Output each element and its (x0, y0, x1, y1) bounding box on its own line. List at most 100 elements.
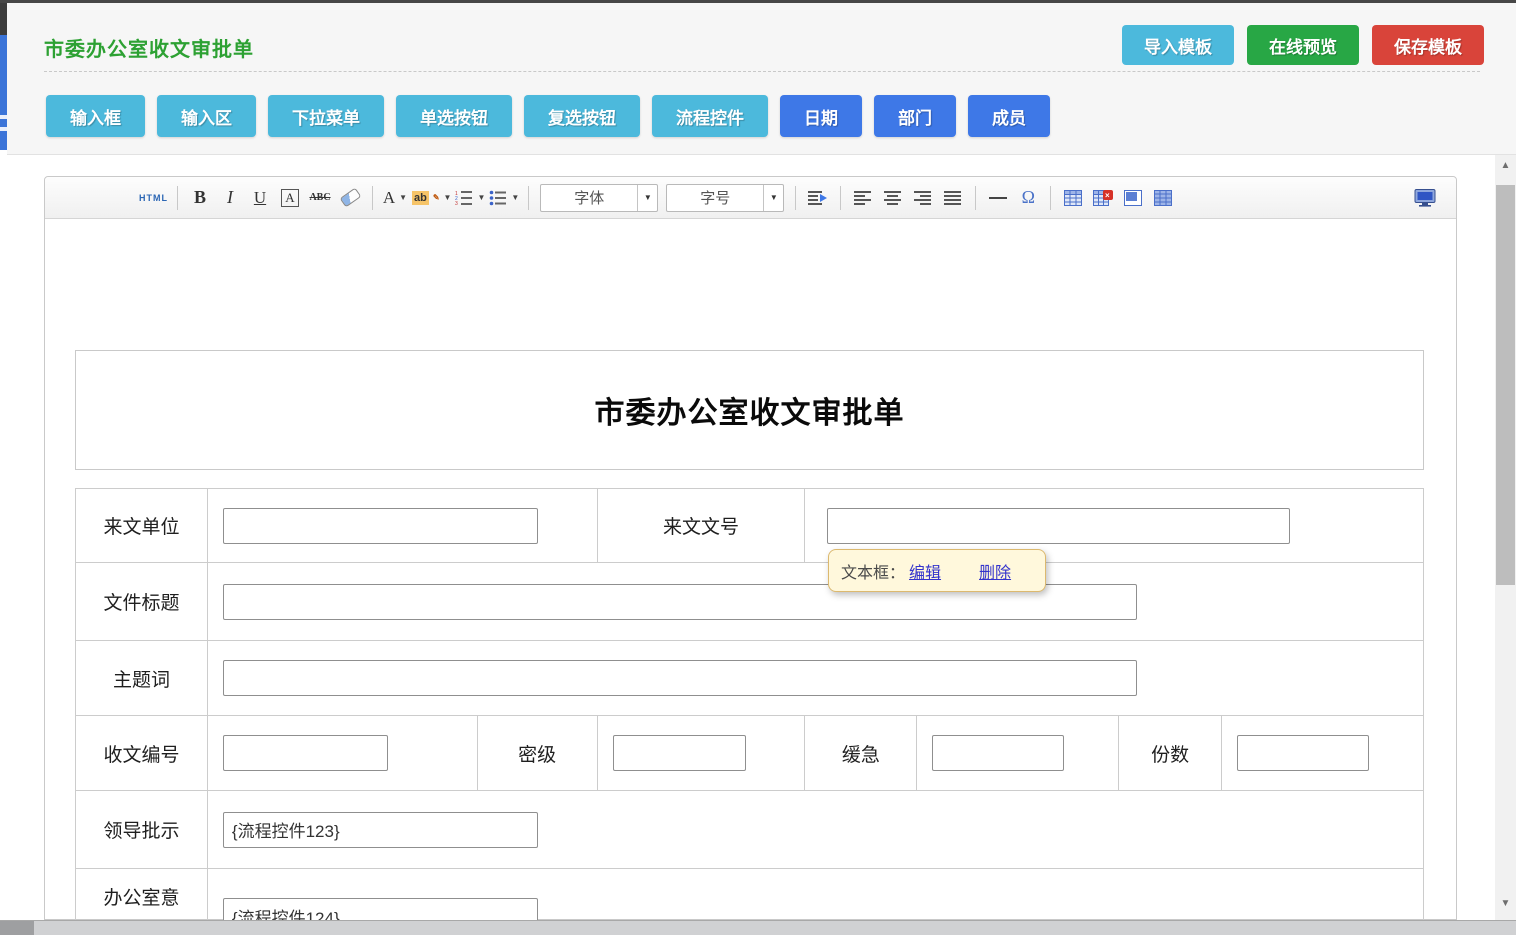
fullscreen-icon (1414, 189, 1436, 207)
italic-icon: I (227, 187, 233, 208)
pencil-icon: ✎ (433, 193, 440, 202)
cell-laiwen-danwei (208, 489, 598, 563)
lingdao-pishi-input[interactable] (223, 812, 538, 848)
align-center-button[interactable] (880, 184, 906, 212)
underline-icon: U (254, 188, 266, 208)
font-color-button[interactable]: A▼ (382, 184, 408, 212)
cell-fenshu (1222, 716, 1424, 791)
table-row: 收文编号 密级 缓急 份数 (76, 716, 1424, 791)
online-preview-button[interactable]: 在线预览 (1247, 25, 1359, 65)
font-family-select[interactable]: 字体 ▼ (540, 184, 658, 212)
special-char-button[interactable]: Ω (1015, 184, 1041, 212)
chevron-down-icon: ▼ (477, 193, 485, 202)
add-input-box-button[interactable]: 输入框 (46, 95, 145, 137)
label-lingdao-pishi: 领导批示 (76, 791, 208, 869)
font-family-value: 字体 (541, 187, 637, 208)
page: 市委办公室收文审批单 导入模板 在线预览 保存模板 输入框 输入区 下拉菜单 单… (0, 0, 1516, 935)
fenshu-input[interactable] (1237, 735, 1369, 771)
delete-table-button[interactable]: × (1090, 184, 1116, 212)
label-laiwen-danwei: 来文单位 (76, 489, 208, 563)
italic-button[interactable]: I (217, 184, 243, 212)
header: 市委办公室收文审批单 导入模板 在线预览 保存模板 输入框 输入区 下拉菜单 单… (7, 3, 1516, 155)
bold-button[interactable]: B (187, 184, 213, 212)
add-checkbox-button[interactable]: 复选按钮 (524, 95, 640, 137)
remove-format-button[interactable] (337, 184, 363, 212)
horizontal-rule-button[interactable] (985, 184, 1011, 212)
table-properties-button[interactable] (1150, 184, 1176, 212)
scrollbar-thumb[interactable] (1496, 185, 1515, 585)
delete-link[interactable]: 删除 (979, 559, 1011, 583)
align-right-icon (914, 190, 932, 206)
chevron-down-icon: ▼ (763, 185, 783, 211)
delete-table-icon: × (1093, 190, 1113, 206)
svg-text:3: 3 (455, 201, 458, 206)
laiwen-wenhao-input[interactable] (827, 508, 1290, 544)
page-title: 市委办公室收文审批单 (44, 33, 254, 62)
label-huanji: 缓急 (805, 716, 917, 791)
laiwen-danwei-input[interactable] (223, 508, 538, 544)
cell-properties-button[interactable] (1120, 184, 1146, 212)
align-justify-button[interactable] (940, 184, 966, 212)
ordered-list-button[interactable]: 1 2 3 ▼ (455, 184, 485, 212)
edit-link[interactable]: 编辑 (909, 559, 941, 583)
table-row: 主题词 (76, 641, 1424, 716)
toolbar-separator (1050, 186, 1051, 210)
highlight-color-button[interactable]: ab✎▼ (412, 184, 451, 212)
toolbar-separator (528, 186, 529, 210)
background-sidebar-sliver-blue (0, 35, 7, 150)
chevron-down-icon: ▼ (637, 185, 657, 211)
insert-table-icon (1064, 190, 1082, 206)
source-code-button[interactable]: HTML (139, 184, 168, 212)
add-department-button[interactable]: 部门 (874, 95, 956, 137)
underline-button[interactable]: U (247, 184, 273, 212)
label-zhutici: 主题词 (76, 641, 208, 716)
toolbar-separator (177, 186, 178, 210)
add-dropdown-button[interactable]: 下拉菜单 (268, 95, 384, 137)
toolbar-separator (975, 186, 976, 210)
miji-input[interactable] (613, 735, 746, 771)
unordered-list-button[interactable]: ▼ (489, 184, 519, 212)
indent-icon (808, 190, 828, 206)
import-template-button[interactable]: 导入模板 (1122, 25, 1234, 65)
toolbar-separator (372, 186, 373, 210)
add-flow-control-button[interactable]: 流程控件 (652, 95, 768, 137)
chevron-down-icon: ▼ (444, 193, 452, 202)
huanji-input[interactable] (932, 735, 1064, 771)
insert-table-button[interactable] (1060, 184, 1086, 212)
add-date-button[interactable]: 日期 (780, 95, 862, 137)
add-textarea-button[interactable]: 输入区 (157, 95, 256, 137)
chevron-down-icon: ▼ (399, 193, 407, 202)
indent-button[interactable] (805, 184, 831, 212)
bottom-edge-corner (0, 921, 34, 935)
vertical-scrollbar[interactable]: ▲ ▼ (1495, 155, 1516, 920)
sliver-mark (0, 127, 7, 131)
shouwen-bianhao-input[interactable] (223, 735, 388, 771)
tooltip-label: 文本框： (841, 559, 905, 583)
widget-button-row: 输入框 输入区 下拉菜单 单选按钮 复选按钮 流程控件 日期 部门 成员 (46, 95, 1050, 137)
align-left-button[interactable] (850, 184, 876, 212)
cell-shouwen-bianhao (208, 716, 478, 791)
scroll-up-arrow-icon[interactable]: ▲ (1495, 157, 1516, 175)
format-block-button[interactable]: A (277, 184, 303, 212)
add-member-button[interactable]: 成员 (968, 95, 1050, 137)
cell-miji (598, 716, 806, 791)
bold-icon: B (194, 187, 206, 208)
strikethrough-button[interactable]: ABC (307, 184, 333, 212)
align-right-button[interactable] (910, 184, 936, 212)
form-table: 来文单位 来文文号 文件标题 主题词 收文编号 密 (75, 488, 1424, 921)
zhutici-input[interactable] (223, 660, 1137, 696)
cell-bangongshi-yijian (208, 869, 1424, 921)
omega-icon: Ω (1022, 187, 1035, 208)
ordered-list-icon: 1 2 3 (455, 190, 473, 206)
label-shouwen-bianhao: 收文编号 (76, 716, 208, 791)
horizontal-rule-icon (989, 197, 1007, 199)
scroll-down-arrow-icon[interactable]: ▼ (1495, 895, 1516, 913)
fullscreen-button[interactable] (1412, 184, 1438, 212)
cell-huanji (917, 716, 1119, 791)
save-template-button[interactable]: 保存模板 (1372, 25, 1484, 65)
label-fenshu: 份数 (1119, 716, 1222, 791)
font-size-select[interactable]: 字号 ▼ (666, 184, 784, 212)
cell-wenjian-biaoti (208, 563, 1424, 641)
bottom-edge (0, 920, 1516, 935)
add-radio-button[interactable]: 单选按钮 (396, 95, 512, 137)
